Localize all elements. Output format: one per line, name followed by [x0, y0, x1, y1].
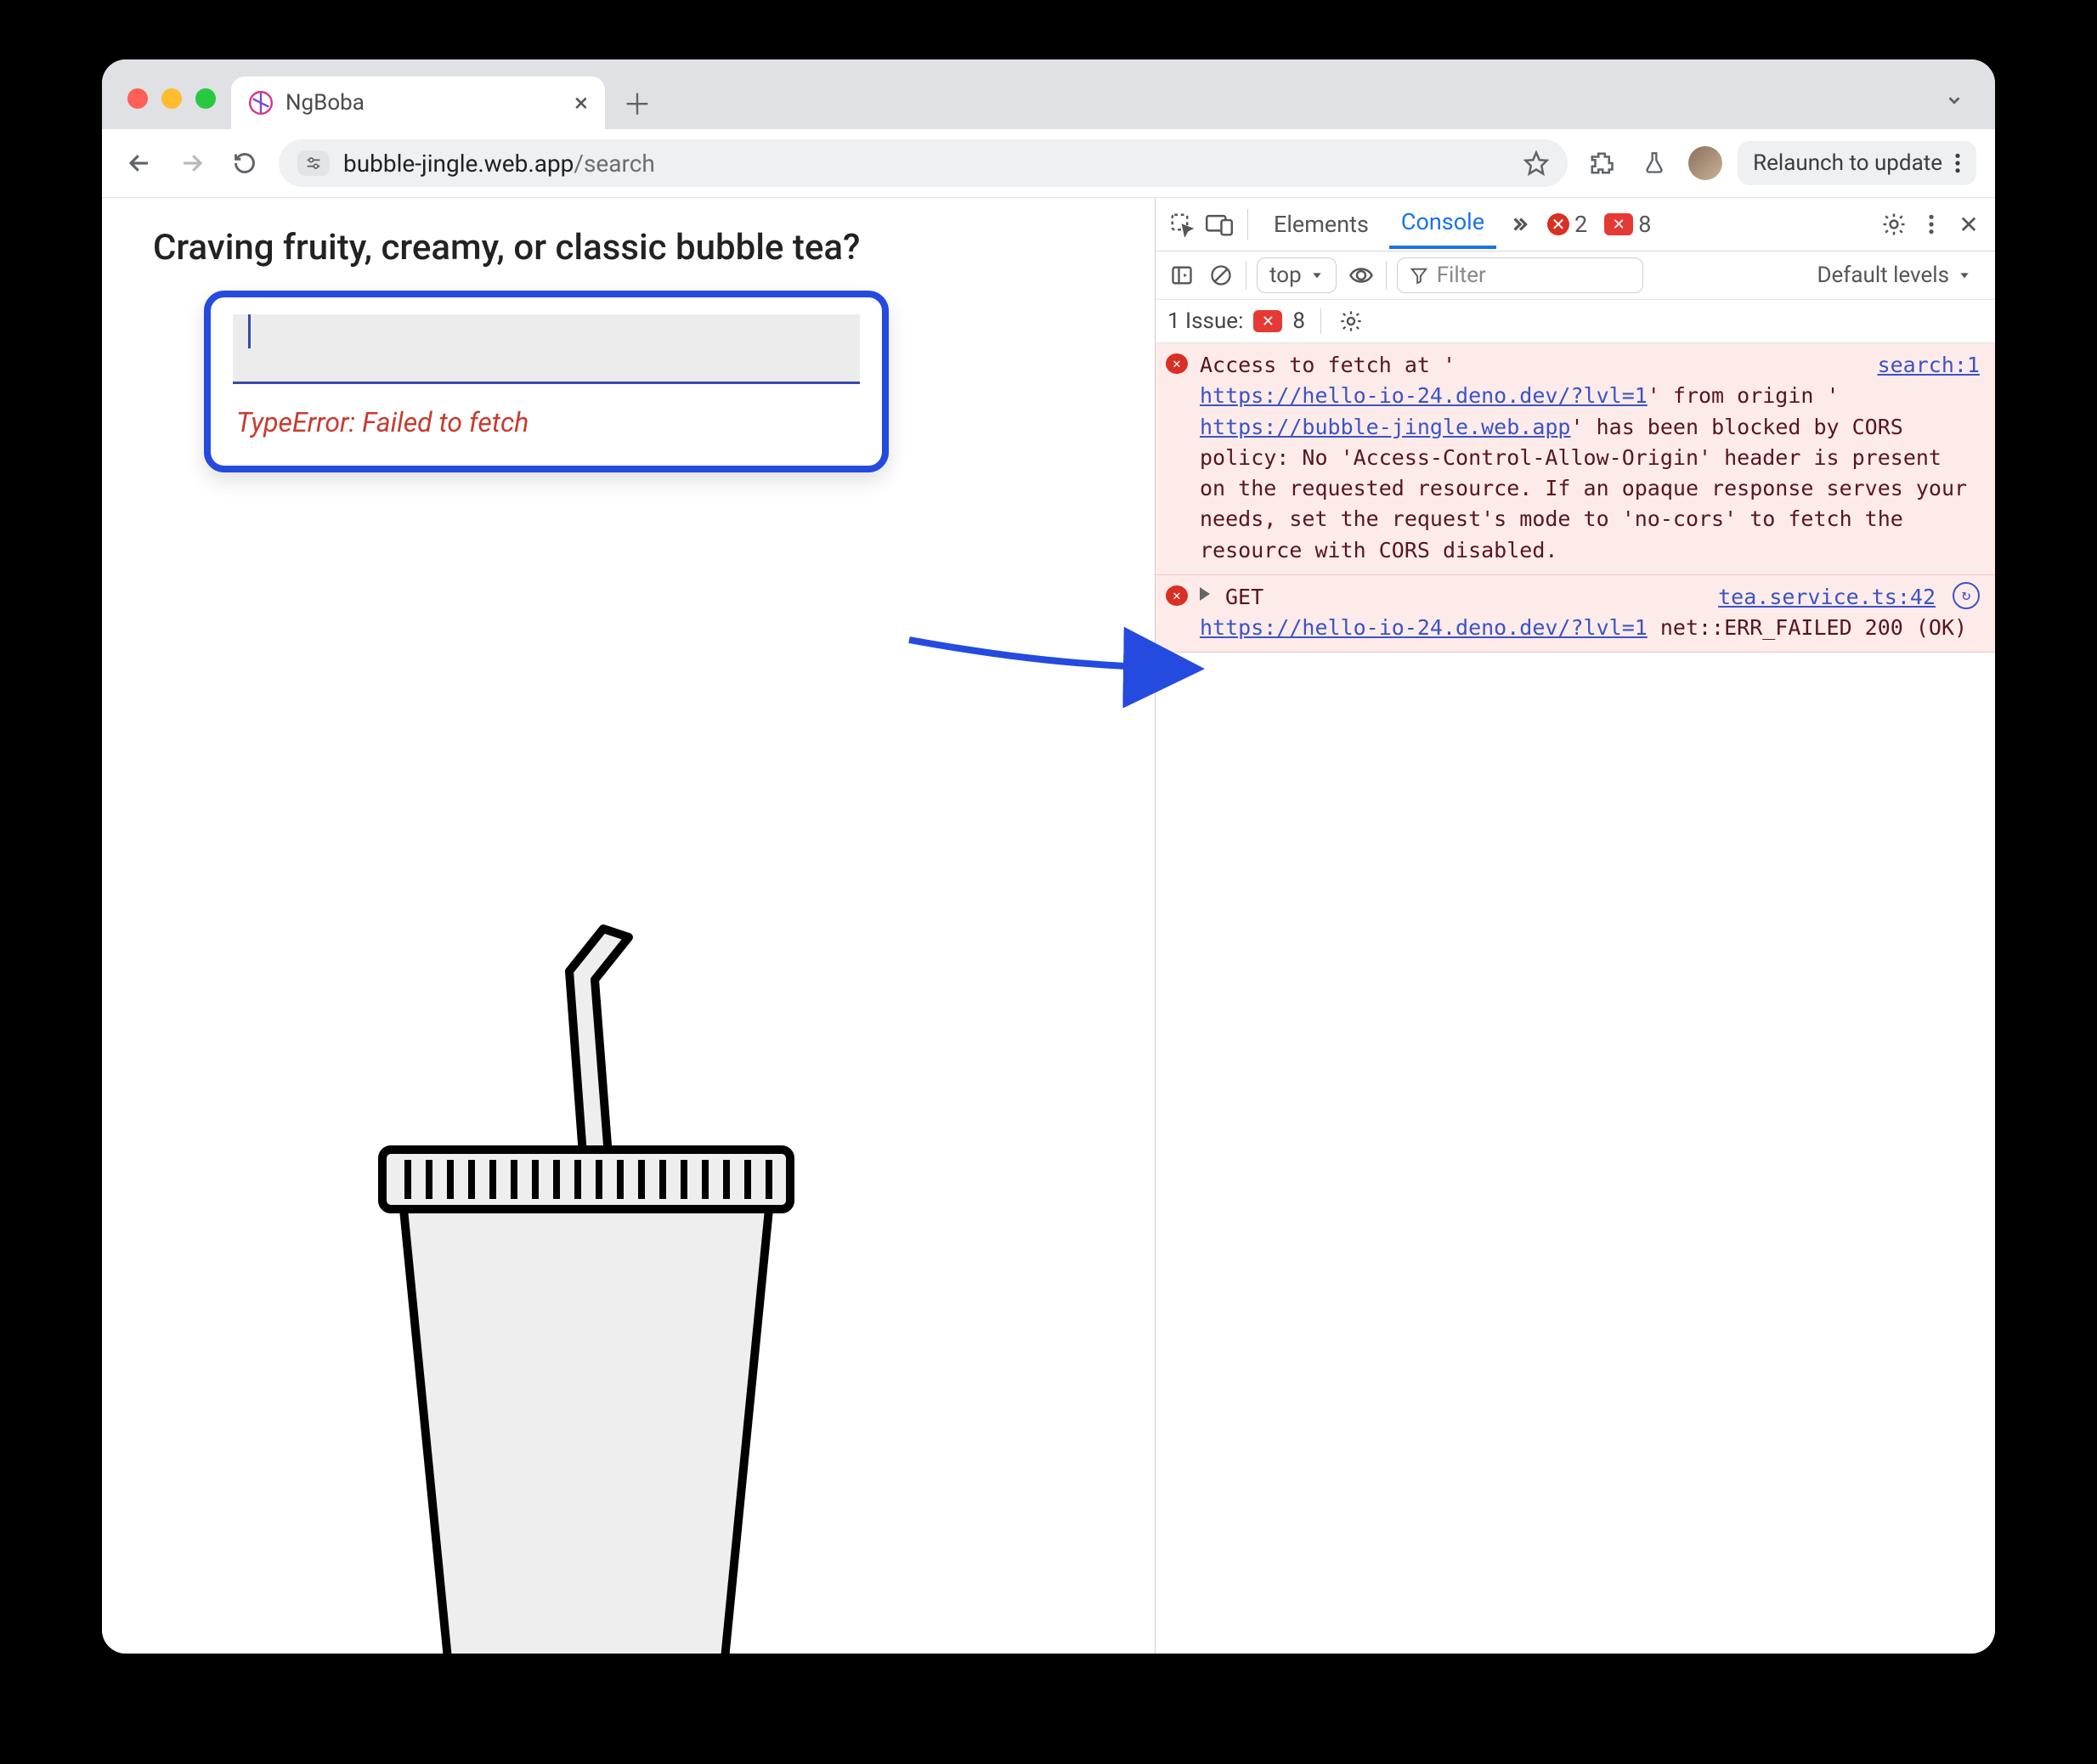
console-error-row[interactable]: ✕ Access to fetch at 'search:1 https://h… [1156, 343, 1995, 575]
device-toolbar-icon[interactable] [1205, 210, 1234, 239]
profile-avatar[interactable] [1688, 146, 1722, 180]
console-error-row[interactable]: ✕ GET tea.service.ts:42 ↻ https://hello-… [1156, 575, 1995, 653]
devtools-panel: Elements Console ✕ 2 ✕ 8 [1155, 198, 1995, 1654]
page-content: Craving fruity, creamy, or classic bubbl… [102, 198, 1155, 1654]
error-icon: ✕ [1164, 350, 1190, 566]
extensions-icon[interactable] [1583, 144, 1620, 182]
tab-strip: NgBoba × ＋ [102, 59, 1995, 129]
tab-elements[interactable]: Elements [1262, 202, 1381, 246]
search-input[interactable] [233, 314, 860, 384]
browser-window: NgBoba × ＋ bubble-jingle.w [102, 59, 1995, 1654]
inspect-element-icon[interactable] [1167, 210, 1196, 239]
log-levels-selector[interactable]: Default levels [1805, 258, 1983, 292]
devtools-tabbar: Elements Console ✕ 2 ✕ 8 [1156, 198, 1995, 252]
console-url-link[interactable]: https://hello-io-24.deno.dev/?lvl=1 [1200, 615, 1648, 640]
browser-tab[interactable]: NgBoba × [231, 76, 605, 129]
log-levels-label: Default levels [1817, 263, 1949, 288]
page-headline: Craving fruity, creamy, or classic bubbl… [102, 198, 1155, 280]
window-minimize-button[interactable] [161, 88, 182, 109]
issues-label: 1 Issue: [1167, 308, 1243, 334]
console-toolbar: top Filter Default levels [1156, 252, 1995, 300]
console-prompt[interactable]: › [1156, 653, 1995, 698]
relaunch-update-button[interactable]: Relaunch to update [1738, 141, 1976, 185]
tabs-overflow-icon[interactable] [1505, 210, 1534, 239]
issues-count: 8 [1292, 308, 1305, 334]
http-method: GET [1225, 582, 1263, 613]
issues-badge-icon: ✕ [1253, 310, 1282, 332]
search-card-highlight: TypeError: Failed to fetch [204, 291, 889, 472]
console-message: GET tea.service.ts:42 ↻ https://hello-io… [1200, 582, 1980, 644]
issues-bar: 1 Issue: ✕ 8 [1156, 300, 1995, 343]
filter-placeholder: Filter [1437, 263, 1486, 288]
devtools-close-button[interactable]: ✕ [1954, 210, 1983, 239]
browser-toolbar: bubble-jingle.web.app/search Relaunch to… [102, 129, 1995, 198]
issue-count-value: 8 [1638, 211, 1651, 238]
console-url-link[interactable]: https://hello-io-24.deno.dev/?lvl=1 [1200, 383, 1648, 408]
context-label: top [1269, 263, 1302, 288]
devtools-settings-icon[interactable] [1879, 210, 1908, 239]
tab-title: NgBoba [285, 90, 365, 116]
error-message: TypeError: Failed to fetch [211, 384, 882, 466]
console-source-link[interactable]: tea.service.ts:42 [1718, 582, 1936, 613]
console-message: Access to fetch at 'search:1 https://hel… [1200, 350, 1980, 566]
tab-overflow-button[interactable] [1936, 82, 1973, 119]
reissue-request-icon[interactable]: ↻ [1953, 582, 1980, 609]
labs-icon[interactable] [1636, 144, 1673, 182]
issue-badge-icon: ✕ [1604, 213, 1633, 235]
console-url-link[interactable]: https://bubble-jingle.web.app [1200, 415, 1571, 439]
relaunch-update-label: Relaunch to update [1753, 150, 1942, 176]
console-sidebar-toggle-icon[interactable] [1167, 261, 1196, 290]
nav-back-button[interactable] [121, 144, 158, 182]
new-tab-button[interactable]: ＋ [613, 78, 661, 126]
window-zoom-button[interactable] [195, 88, 216, 109]
url-host: bubble-jingle.web.app/search [343, 150, 655, 178]
error-icon: ✕ [1164, 582, 1190, 644]
devtools-menu-icon[interactable] [1917, 210, 1946, 239]
live-expression-icon[interactable] [1347, 261, 1376, 290]
filter-input[interactable]: Filter [1397, 257, 1643, 293]
clear-console-icon[interactable] [1207, 261, 1235, 290]
filter-icon [1410, 266, 1428, 285]
tab-favicon-icon [248, 90, 274, 116]
issues-settings-icon[interactable] [1337, 307, 1365, 336]
error-count[interactable]: ✕ 2 [1547, 211, 1587, 238]
expand-triangle-icon[interactable] [1200, 587, 1210, 601]
console-log: ✕ Access to fetch at 'search:1 https://h… [1156, 343, 1995, 698]
tab-console[interactable]: Console [1389, 200, 1496, 249]
issue-count[interactable]: ✕ 8 [1604, 211, 1651, 238]
nav-forward-button[interactable] [173, 144, 211, 182]
window-controls [127, 88, 216, 109]
site-settings-icon[interactable] [297, 150, 330, 176]
address-bar[interactable]: bubble-jingle.web.app/search [279, 139, 1568, 187]
error-count-value: 2 [1574, 211, 1587, 238]
bookmark-star-icon[interactable] [1523, 150, 1549, 176]
context-selector[interactable]: top [1257, 257, 1337, 293]
cup-illustration [323, 895, 850, 1654]
console-source-link[interactable]: search:1 [1878, 350, 1980, 381]
tab-close-button[interactable]: × [574, 88, 588, 118]
nav-reload-button[interactable] [226, 144, 263, 182]
error-badge-icon: ✕ [1547, 213, 1569, 235]
window-close-button[interactable] [127, 88, 148, 109]
